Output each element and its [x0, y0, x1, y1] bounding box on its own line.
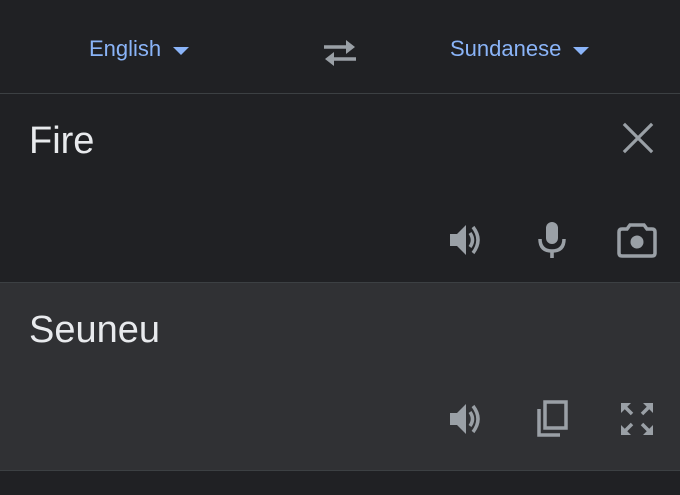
swap-icon — [324, 40, 356, 66]
speaker-icon — [450, 404, 480, 434]
camera-icon — [617, 223, 657, 258]
listen-translation-button[interactable] — [447, 399, 487, 439]
language-bar: English Sundanese — [0, 0, 680, 94]
target-language-button[interactable]: Sundanese — [450, 36, 590, 62]
fullscreen-icon — [621, 403, 653, 435]
source-text[interactable]: Fire — [29, 120, 94, 163]
microphone-icon — [538, 222, 566, 258]
translation-panel: Seuneu — [0, 282, 680, 471]
voice-input-button[interactable] — [532, 220, 572, 260]
source-panel[interactable]: Fire — [0, 94, 680, 282]
speaker-icon — [450, 225, 480, 255]
copy-button[interactable] — [532, 399, 572, 439]
chevron-down-icon — [573, 46, 590, 55]
camera-button[interactable] — [617, 220, 657, 260]
swap-languages-button[interactable] — [320, 36, 360, 68]
close-icon — [622, 122, 654, 154]
listen-source-button[interactable] — [447, 220, 487, 260]
clear-button[interactable] — [620, 120, 656, 156]
copy-icon — [537, 400, 568, 437]
fullscreen-button[interactable] — [617, 399, 657, 439]
bottom-area — [0, 471, 680, 495]
target-language-label: Sundanese — [450, 36, 562, 61]
source-language-label: English — [89, 36, 162, 61]
chevron-down-icon — [173, 46, 190, 55]
source-language-button[interactable]: English — [89, 36, 190, 62]
translation-text: Seuneu — [29, 309, 161, 351]
